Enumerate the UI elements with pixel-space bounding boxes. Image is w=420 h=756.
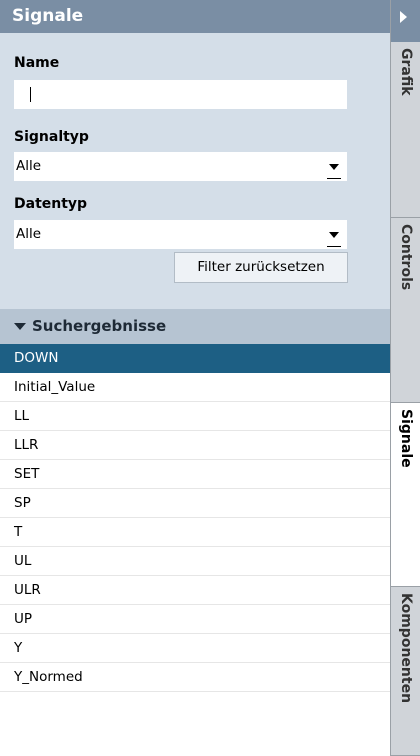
tab-controls[interactable]: Controls [391, 218, 420, 403]
list-item[interactable]: Initial_Value [0, 373, 390, 402]
datentyp-label: Datentyp [14, 196, 88, 212]
datentyp-select[interactable]: Alle [14, 220, 347, 249]
collapse-panel-button[interactable] [391, 0, 420, 42]
list-item[interactable]: DOWN [0, 344, 390, 373]
dropdown-underline [327, 178, 341, 179]
name-input[interactable] [14, 80, 347, 109]
dropdown-underline [327, 246, 341, 247]
tab-label: Signale [398, 409, 414, 468]
reset-filter-button[interactable]: Filter zurücksetzen [174, 252, 348, 283]
list-item[interactable]: Y_Normed [0, 663, 390, 692]
tab-label: Komponenten [398, 593, 414, 704]
signaltyp-value: Alle [16, 158, 42, 174]
tab-label: Controls [398, 224, 414, 291]
dropdown-arrow-icon [329, 232, 339, 238]
tab-grafik[interactable]: Grafik [391, 42, 420, 218]
list-item[interactable]: UP [0, 605, 390, 634]
list-item[interactable]: T [0, 518, 390, 547]
list-item[interactable]: ULR [0, 576, 390, 605]
signaltyp-select[interactable]: Alle [14, 152, 347, 181]
list-item[interactable]: LLR [0, 431, 390, 460]
chevron-right-icon [400, 11, 407, 23]
collapse-triangle-icon [14, 323, 26, 330]
name-label: Name [14, 55, 60, 71]
tab-komponenten[interactable]: Komponenten [391, 587, 420, 756]
list-item[interactable]: SP [0, 489, 390, 518]
results-header-label: Suchergebnisse [32, 317, 167, 335]
signaltyp-label: Signaltyp [14, 129, 89, 145]
side-tab-bar: Grafik Controls Signale Komponenten [390, 0, 420, 756]
signals-panel: Signale Name Signaltyp Alle Datentyp All… [0, 0, 390, 756]
tab-signale[interactable]: Signale [391, 403, 420, 587]
panel-title: Signale [0, 0, 390, 33]
text-caret [30, 87, 31, 102]
list-item[interactable]: Y [0, 634, 390, 663]
filter-section: Name Signaltyp Alle Datentyp Alle Filter… [0, 33, 390, 309]
list-item[interactable]: UL [0, 547, 390, 576]
results-header[interactable]: Suchergebnisse [0, 309, 390, 344]
list-item[interactable]: LL [0, 402, 390, 431]
tab-label: Grafik [398, 48, 414, 96]
datentyp-value: Alle [16, 226, 42, 242]
results-list: DOWN Initial_Value LL LLR SET SP T UL ULR UP Y Y_No… [0, 344, 390, 692]
list-item[interactable]: SET [0, 460, 390, 489]
dropdown-arrow-icon [329, 164, 339, 170]
